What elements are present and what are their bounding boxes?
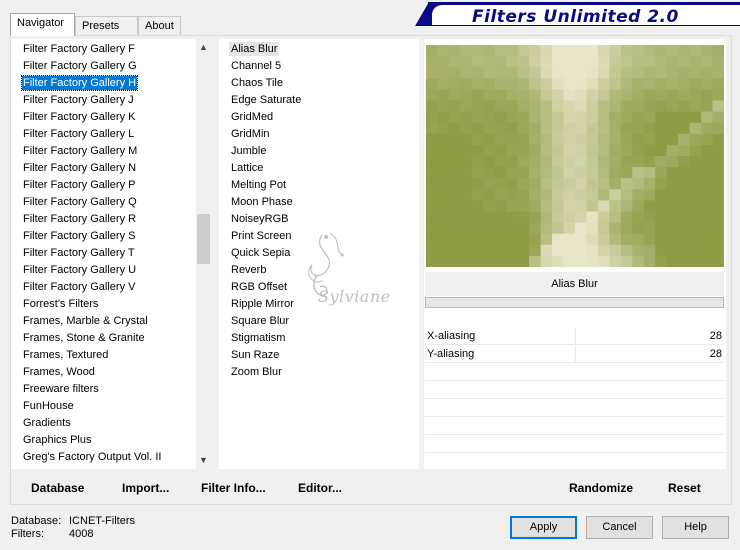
category-item[interactable]: Graphics Plus bbox=[23, 433, 91, 447]
import-button[interactable]: Import... bbox=[122, 481, 169, 495]
filter-item[interactable]: Edge Saturate bbox=[231, 93, 301, 107]
filter-list[interactable]: Alias Blur Channel 5 Chaos Tile Edge Satura… bbox=[219, 39, 419, 469]
scroll-down-icon[interactable]: ▼ bbox=[196, 452, 211, 469]
editor-button[interactable]: Editor... bbox=[298, 481, 342, 495]
status-filters-label: Filters: bbox=[11, 528, 44, 540]
right-toolbar: Randomize Reset bbox=[424, 473, 726, 500]
category-item[interactable]: Filter Factory Gallery R bbox=[23, 212, 136, 226]
status-filters-value: 4008 bbox=[69, 528, 94, 540]
category-item[interactable]: Gradients bbox=[23, 416, 71, 430]
param-divider bbox=[575, 346, 576, 362]
category-item[interactable]: Greg's Factory Output Vol. II bbox=[23, 450, 161, 464]
scrollbar-thumb[interactable] bbox=[197, 214, 210, 264]
category-item[interactable]: Frames, Marble & Crystal bbox=[23, 314, 148, 328]
filter-item[interactable]: Sun Raze bbox=[231, 348, 279, 362]
status-database-value: ICNET-Filters bbox=[69, 515, 135, 527]
category-item[interactable]: Filter Factory Gallery H bbox=[20, 75, 139, 91]
reset-button[interactable]: Reset bbox=[668, 481, 701, 495]
filter-item[interactable]: NoiseyRGB bbox=[231, 212, 288, 226]
category-item[interactable]: Filter Factory Gallery F bbox=[23, 42, 135, 56]
param-value: 28 bbox=[709, 348, 722, 360]
filter-item[interactable]: Chaos Tile bbox=[231, 76, 283, 90]
category-scrollbar[interactable]: ▲ ▼ bbox=[196, 39, 211, 469]
filter-item[interactable]: Zoom Blur bbox=[231, 365, 282, 379]
param-row-empty bbox=[425, 382, 724, 399]
param-row-empty bbox=[425, 364, 724, 381]
category-item[interactable]: FunHouse bbox=[23, 399, 74, 413]
left-toolbar: Database Import... Filter Info... Editor… bbox=[11, 473, 419, 500]
progress-bar bbox=[425, 297, 724, 308]
apply-button[interactable]: Apply bbox=[510, 516, 577, 539]
scroll-up-icon[interactable]: ▲ bbox=[196, 39, 211, 56]
banner-inner: Filters Unlimited 2.0 bbox=[432, 5, 740, 27]
filter-item[interactable]: GridMed bbox=[231, 110, 273, 124]
filter-info-button[interactable]: Filter Info... bbox=[201, 481, 266, 495]
database-button[interactable]: Database bbox=[31, 481, 84, 495]
param-value: 28 bbox=[709, 330, 722, 342]
category-item[interactable]: Filter Factory Gallery M bbox=[23, 144, 137, 158]
filter-item[interactable]: Lattice bbox=[231, 161, 263, 175]
category-item[interactable]: Filter Factory Gallery V bbox=[23, 280, 135, 294]
filter-item[interactable]: Channel 5 bbox=[231, 59, 281, 73]
filter-item[interactable]: Jumble bbox=[231, 144, 266, 158]
tab-presets[interactable]: Presets bbox=[75, 16, 138, 35]
filter-item[interactable]: Quick Sepia bbox=[231, 246, 290, 260]
status-database-label: Database: bbox=[11, 515, 62, 527]
title-banner: Filters Unlimited 2.0 bbox=[428, 2, 740, 27]
category-item[interactable]: Filter Factory Gallery Q bbox=[23, 195, 137, 209]
preview-image bbox=[426, 45, 724, 267]
filter-item[interactable]: Reverb bbox=[231, 263, 266, 277]
filter-item[interactable]: Moon Phase bbox=[231, 195, 293, 209]
category-item[interactable]: Freeware filters bbox=[23, 382, 99, 396]
filter-item[interactable]: Square Blur bbox=[231, 314, 289, 328]
param-row-y-aliasing[interactable]: Y-aliasing 28 bbox=[425, 346, 724, 363]
param-label: X-aliasing bbox=[427, 330, 476, 342]
filter-item[interactable]: GridMin bbox=[231, 127, 270, 141]
param-row-x-aliasing[interactable]: X-aliasing 28 bbox=[425, 328, 724, 345]
filter-name-label: Alias Blur bbox=[425, 272, 724, 296]
tab-navigator[interactable]: Navigator bbox=[10, 13, 75, 36]
param-row-empty bbox=[425, 418, 724, 435]
category-item[interactable]: Filter Factory Gallery J bbox=[23, 93, 134, 107]
randomize-button[interactable]: Randomize bbox=[569, 481, 633, 495]
category-item[interactable]: Filter Factory Gallery U bbox=[23, 263, 136, 277]
filter-item[interactable]: Stigmatism bbox=[231, 331, 285, 345]
help-button[interactable]: Help bbox=[662, 516, 729, 539]
category-item[interactable]: Filter Factory Gallery G bbox=[23, 59, 137, 73]
category-item[interactable]: Filter Factory Gallery T bbox=[23, 246, 135, 260]
cancel-button[interactable]: Cancel bbox=[586, 516, 653, 539]
param-divider bbox=[575, 328, 576, 344]
param-label: Y-aliasing bbox=[427, 348, 475, 360]
filter-item[interactable]: Print Screen bbox=[231, 229, 292, 243]
category-item[interactable]: Filter Factory Gallery S bbox=[23, 229, 135, 243]
banner-title: Filters Unlimited 2.0 bbox=[472, 7, 679, 27]
category-item[interactable]: Filter Factory Gallery L bbox=[23, 127, 134, 141]
category-item[interactable]: Forrest's Filters bbox=[23, 297, 98, 311]
category-item[interactable]: Filter Factory Gallery N bbox=[23, 161, 136, 175]
category-item[interactable]: Frames, Textured bbox=[23, 348, 108, 362]
filter-item[interactable]: RGB Offset bbox=[231, 280, 287, 294]
category-list[interactable]: Filter Factory Gallery F Filter Factory G… bbox=[11, 39, 211, 469]
param-row-empty bbox=[425, 436, 724, 453]
category-item[interactable]: Filter Factory Gallery P bbox=[23, 178, 135, 192]
filter-item[interactable]: Alias Blur bbox=[229, 42, 280, 56]
filter-item[interactable]: Ripple Mirror bbox=[231, 297, 294, 311]
tab-about[interactable]: About bbox=[138, 16, 181, 35]
category-item[interactable]: Filter Factory Gallery K bbox=[23, 110, 135, 124]
filter-item[interactable]: Melting Pot bbox=[231, 178, 286, 192]
param-row-empty bbox=[425, 400, 724, 417]
category-item[interactable]: Frames, Stone & Granite bbox=[23, 331, 145, 345]
preview-pattern bbox=[426, 45, 724, 267]
category-item[interactable]: Frames, Wood bbox=[23, 365, 95, 379]
